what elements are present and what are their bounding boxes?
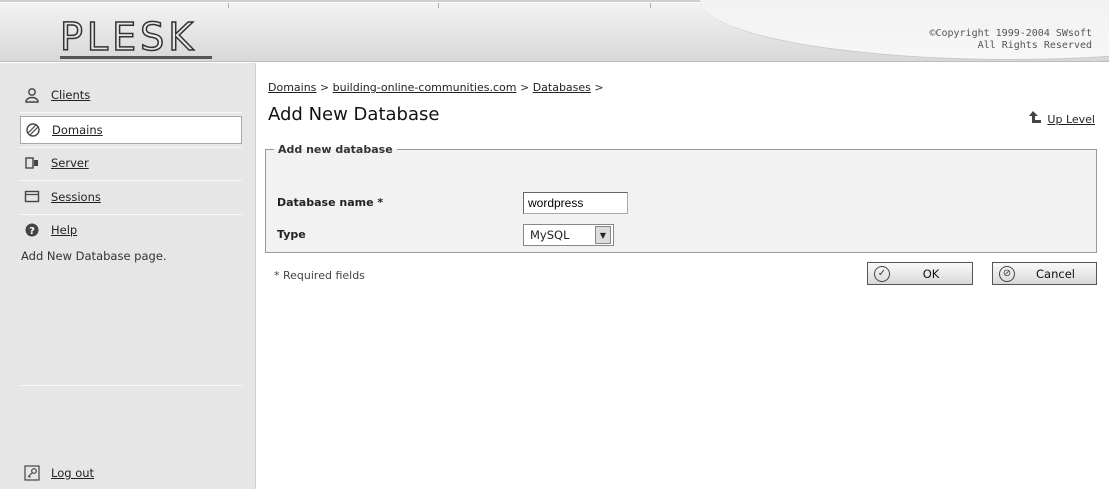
sidebar-item-clients[interactable]: Clients xyxy=(20,81,242,109)
clients-icon xyxy=(22,85,42,105)
type-select-value: MySQL xyxy=(530,228,570,242)
domains-icon xyxy=(23,120,43,140)
copyright: ©Copyright 1999-2004 SWsoft All Rights R… xyxy=(929,28,1092,52)
required-fields-note: * Required fields xyxy=(274,269,365,282)
ok-button[interactable]: ✓ OK xyxy=(867,262,973,285)
nav-separator xyxy=(20,180,242,181)
svg-text:?: ? xyxy=(29,226,35,237)
key-icon xyxy=(22,463,42,483)
up-arrow-icon xyxy=(1028,110,1042,128)
breadcrumb: Domains > building-online-communities.co… xyxy=(268,81,604,94)
copyright-line1: ©Copyright 1999-2004 SWsoft xyxy=(929,28,1092,39)
type-label: Type xyxy=(277,228,306,241)
sidebar-item-sessions[interactable]: Sessions xyxy=(20,183,242,211)
up-level-link[interactable]: Up Level xyxy=(1028,110,1095,128)
sidebar-item-server[interactable]: Server xyxy=(20,149,242,177)
header: PLESK ©Copyright 1999-2004 SWsoft All Ri… xyxy=(0,0,1109,62)
sidebar-item-label[interactable]: Help xyxy=(51,223,77,237)
database-name-label: Database name * xyxy=(277,196,384,209)
add-database-form: Add new database Database name * Type My… xyxy=(265,143,1097,253)
header-tick xyxy=(650,3,651,8)
copyright-line2: All Rights Reserved xyxy=(977,40,1092,51)
help-text: Add New Database page. xyxy=(21,249,167,263)
sidebar-item-label[interactable]: Clients xyxy=(51,88,90,102)
form-legend: Add new database xyxy=(278,143,393,156)
breadcrumb-databases[interactable]: Databases xyxy=(533,81,591,94)
logout-link[interactable]: Log out xyxy=(51,466,94,480)
nav-separator xyxy=(20,147,242,148)
sidebar: Clients Domains Server Sessions ? Help A… xyxy=(0,63,256,489)
logo-underline xyxy=(60,56,212,59)
breadcrumb-domains[interactable]: Domains xyxy=(268,81,316,94)
server-icon xyxy=(22,153,42,173)
sessions-icon xyxy=(22,187,42,207)
cancel-button[interactable]: ⊘ Cancel xyxy=(992,262,1097,285)
cancel-button-label: Cancel xyxy=(1036,266,1075,281)
header-tick xyxy=(228,3,229,8)
sidebar-item-label[interactable]: Domains xyxy=(52,123,103,137)
help-icon: ? xyxy=(22,220,42,240)
logout-button[interactable]: Log out xyxy=(20,459,242,487)
nav-separator xyxy=(20,214,242,215)
check-icon: ✓ xyxy=(874,265,890,282)
sidebar-item-label[interactable]: Server xyxy=(51,156,89,170)
nav-separator xyxy=(20,112,242,113)
main-content: Domains > building-online-communities.co… xyxy=(257,63,1109,489)
sidebar-separator xyxy=(20,385,242,386)
sidebar-item-label[interactable]: Sessions xyxy=(51,190,101,204)
breadcrumb-domain[interactable]: building-online-communities.com xyxy=(333,81,517,94)
breadcrumb-separator: > xyxy=(519,81,530,94)
chevron-down-icon[interactable]: ▼ xyxy=(595,226,611,244)
breadcrumb-separator: > xyxy=(319,81,330,94)
sidebar-item-help[interactable]: ? Help xyxy=(20,216,242,244)
type-select[interactable]: MySQL ▼ xyxy=(523,224,614,246)
header-tick xyxy=(438,3,439,8)
up-level-label[interactable]: Up Level xyxy=(1047,113,1095,126)
ok-button-label: OK xyxy=(922,266,940,281)
cancel-icon: ⊘ xyxy=(999,265,1015,282)
sidebar-item-domains[interactable]: Domains xyxy=(20,116,242,144)
database-name-input[interactable] xyxy=(523,192,628,214)
breadcrumb-separator: > xyxy=(594,81,604,94)
plesk-logo: PLESK xyxy=(59,15,198,59)
page-title: Add New Database xyxy=(268,104,440,125)
